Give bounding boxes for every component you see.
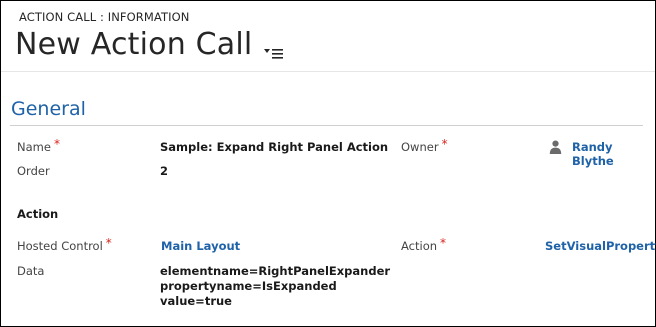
owner-link[interactable]: Randy Blythe [572,140,655,168]
record-title: New Action Call [15,27,253,62]
action-label: Action * [401,236,447,253]
required-asterisk: * [440,236,447,250]
required-asterisk: * [441,137,448,151]
name-value[interactable]: Sample: Expand Right Panel Action [160,140,388,154]
required-asterisk: * [53,137,60,151]
owner-label: Owner * [401,137,448,154]
person-icon [549,140,562,154]
hosted-control-label: Hosted Control * [17,236,112,253]
form-header: ACTION CALL : INFORMATION New Action Cal… [1,1,655,71]
entity-label: ACTION CALL : INFORMATION [19,10,190,24]
hosted-control-link[interactable]: Main Layout [161,239,240,253]
section-title: General [11,98,86,120]
action-subheading: Action [17,207,59,221]
list-menu-icon[interactable] [264,46,284,60]
required-asterisk: * [105,236,112,250]
data-line: propertyname=IsExpanded [160,279,337,293]
form-frame: ACTION CALL : INFORMATION New Action Cal… [0,0,656,327]
data-line: value=true [160,294,232,308]
name-label-text: Name [17,140,51,154]
order-label: Order [17,164,50,178]
action-label-text: Action [401,239,438,253]
data-label: Data [17,264,45,278]
name-label: Name * [17,137,60,154]
hosted-control-label-text: Hosted Control [17,239,103,253]
owner-label-text: Owner [401,140,439,154]
header-divider [1,71,655,72]
data-value[interactable]: elementname=RightPanelExpander propertyn… [160,264,390,309]
data-line: elementname=RightPanelExpander [160,264,391,278]
section-divider [10,125,643,126]
order-value[interactable]: 2 [160,164,168,178]
action-link[interactable]: SetVisualProperty [545,239,656,253]
